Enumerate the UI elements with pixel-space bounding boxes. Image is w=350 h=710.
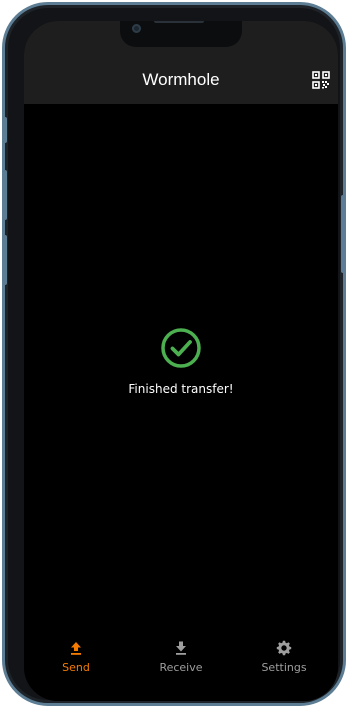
nav-label-receive: Receive (159, 661, 203, 674)
phone-frame: Wormhole Finished transfer! Send Receive… (2, 2, 346, 706)
download-icon (176, 641, 186, 655)
nav-item-settings[interactable]: Settings (244, 629, 324, 701)
nav-item-receive[interactable]: Receive (141, 629, 221, 701)
side-button (3, 117, 7, 143)
qr-code-button[interactable] (312, 71, 330, 89)
screen: Wormhole Finished transfer! Send Receive… (24, 21, 338, 701)
page-title: Wormhole (142, 70, 220, 89)
camera-icon (132, 24, 141, 33)
nav-item-send[interactable]: Send (36, 629, 116, 701)
upload-icon (71, 642, 81, 655)
bottom-navigation: Send Receive Settings (24, 629, 338, 701)
nav-label-send: Send (62, 661, 90, 674)
status-message: Finished transfer! (128, 382, 234, 396)
gear-icon (276, 640, 292, 656)
qr-code-icon (312, 71, 330, 89)
notch (120, 21, 242, 47)
speaker-grille (154, 21, 204, 23)
nav-label-settings: Settings (261, 661, 307, 674)
check-circle-icon (161, 328, 201, 368)
side-button (341, 195, 345, 273)
transfer-status: Finished transfer! (24, 327, 338, 397)
side-button (3, 170, 7, 220)
side-button (3, 235, 7, 285)
